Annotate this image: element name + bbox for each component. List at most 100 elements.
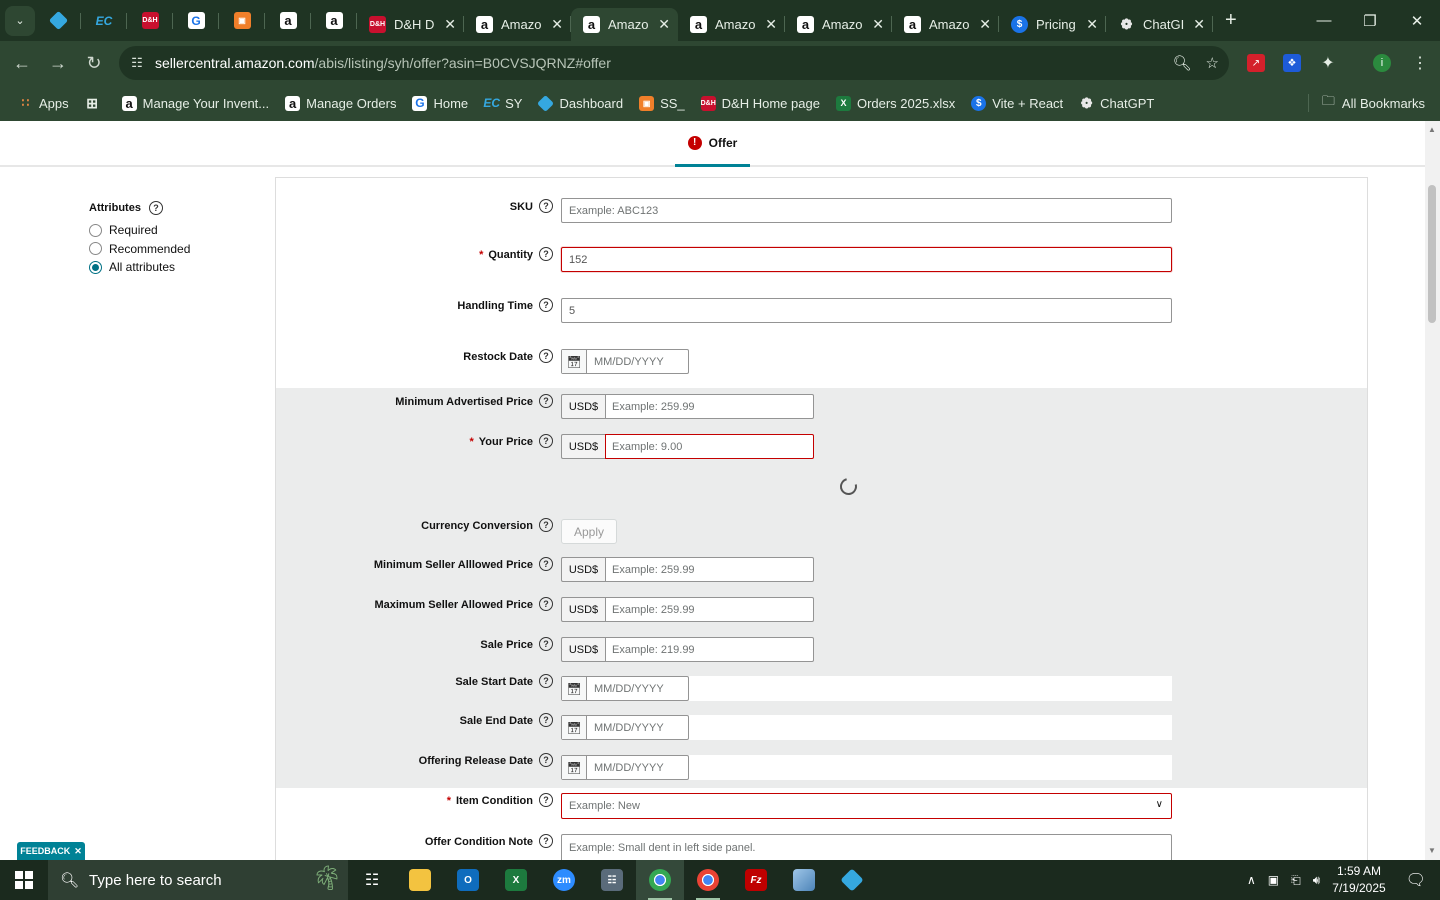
sale-start-date-input[interactable]: 📅︎ MM/DD/YYYY	[561, 676, 689, 701]
close-icon[interactable]: ✕	[979, 16, 991, 33]
address-bar[interactable]: ☷ sellercentral.amazon.com/abis/listing/…	[119, 46, 1229, 80]
pinned-tab[interactable]: D&H	[127, 0, 173, 41]
calendar-icon[interactable]: 📅︎	[562, 677, 587, 700]
close-icon[interactable]: ✕	[658, 16, 670, 33]
price-field[interactable]: Example: 259.99	[605, 597, 814, 622]
profile-button[interactable]: i	[1373, 41, 1391, 85]
bookmark-apps[interactable]: ∷ Apps	[18, 96, 69, 111]
network-icon[interactable]: ⎗	[1291, 873, 1301, 888]
close-icon[interactable]: ✕	[74, 846, 82, 857]
help-icon[interactable]: ?	[539, 637, 553, 651]
start-button[interactable]	[0, 860, 48, 900]
item-condition-select[interactable]: Example: New ∨	[561, 793, 1172, 819]
close-icon[interactable]: ✕	[551, 16, 563, 33]
back-icon[interactable]: ←	[4, 45, 40, 81]
feedback-button[interactable]: FEEDBACK ✕	[17, 842, 85, 860]
help-icon[interactable]: ?	[539, 247, 553, 261]
taskbar-chrome[interactable]	[684, 860, 732, 900]
your-price-input[interactable]: USD$ Example: 9.00	[561, 434, 814, 459]
tab-search-button[interactable]: ⌄	[5, 5, 35, 36]
browser-tab-active[interactable]: a Amazo ✕	[571, 8, 678, 41]
notifications-icon[interactable]: 🗨︎	[1406, 870, 1426, 890]
volume-icon[interactable]: 🔊︎	[1313, 873, 1321, 888]
close-icon[interactable]: ✕	[444, 16, 456, 33]
taskbar-app[interactable]	[828, 860, 876, 900]
help-icon[interactable]: ?	[539, 793, 553, 807]
release-date-input[interactable]: 📅︎ MM/DD/YYYY	[561, 755, 689, 780]
bookmark-item[interactable]: $ Vite + React	[971, 95, 1063, 111]
bookmark-item[interactable]: Dashboard	[537, 94, 623, 112]
minimize-icon[interactable]: —	[1301, 0, 1347, 41]
restock-date-input[interactable]: 📅︎ MM/DD/YYYY	[561, 349, 689, 374]
help-icon[interactable]: ?	[539, 349, 553, 363]
help-icon[interactable]: ?	[539, 834, 553, 848]
quantity-input[interactable]: 152	[561, 247, 1172, 272]
page-scrollbar[interactable]: ▲ ▼	[1425, 121, 1440, 860]
help-icon[interactable]: ?	[539, 518, 553, 532]
site-info-icon[interactable]: ☷	[119, 55, 155, 71]
sale-end-date-input[interactable]: 📅︎ MM/DD/YYYY	[561, 715, 689, 740]
help-icon[interactable]: ?	[539, 753, 553, 767]
extensions-menu[interactable]: ✦	[1319, 41, 1337, 85]
close-icon[interactable]: ✕	[1193, 16, 1205, 33]
pinned-tab[interactable]: G	[173, 0, 219, 41]
chevron-up-icon[interactable]: ∧	[1247, 873, 1256, 887]
extension-button[interactable]: ❖	[1283, 41, 1301, 85]
extension-button[interactable]: ↗	[1247, 41, 1265, 85]
task-view-button[interactable]: ☷	[348, 860, 396, 900]
reload-icon[interactable]: ↻	[76, 45, 112, 81]
browser-tab[interactable]: $ Pricing ✕	[999, 8, 1106, 41]
help-icon[interactable]: ?	[539, 394, 553, 408]
help-icon[interactable]: ?	[539, 434, 553, 448]
help-icon[interactable]: ?	[539, 713, 553, 727]
price-field[interactable]: Example: 219.99	[605, 637, 814, 662]
help-icon[interactable]: ?	[539, 298, 553, 312]
bookmark-item[interactable]: G Home	[412, 95, 468, 111]
browser-tab[interactable]: a Amazo ✕	[678, 8, 785, 41]
zoom-icon[interactable]: 🔍︎	[1173, 54, 1192, 72]
bookmark-item[interactable]: a Manage Orders	[285, 95, 396, 111]
taskbar-file-explorer[interactable]	[396, 860, 444, 900]
taskbar-chrome-active[interactable]	[636, 860, 684, 900]
all-bookmarks-button[interactable]: 🗀 All Bookmarks	[1322, 85, 1425, 121]
taskbar-zoom[interactable]: zm	[540, 860, 588, 900]
bookmark-item[interactable]: D&H D&H Home page	[701, 95, 820, 111]
condition-note-input[interactable]: Example: Small dent in left side panel.	[561, 834, 1172, 860]
tab-offer[interactable]: ! Offer	[675, 121, 750, 167]
handling-time-input[interactable]: 5	[561, 298, 1172, 323]
radio-all-attributes[interactable]: All attributes	[89, 258, 190, 277]
calendar-icon[interactable]: 📅︎	[562, 350, 587, 373]
min-advertised-price-input[interactable]: USD$ Example: 259.99	[561, 394, 814, 419]
bookmark-star-icon[interactable]: ☆	[1206, 54, 1219, 72]
new-tab-button[interactable]: +	[1225, 9, 1237, 32]
forward-icon[interactable]: →	[40, 45, 76, 81]
taskbar-app[interactable]	[780, 860, 828, 900]
restore-icon[interactable]: ❐	[1347, 0, 1393, 41]
close-icon[interactable]: ✕	[872, 16, 884, 33]
help-icon[interactable]: ?	[539, 674, 553, 688]
calendar-icon[interactable]: 📅︎	[562, 716, 587, 739]
browser-tab[interactable]: ❁ ChatGI ✕	[1106, 8, 1213, 41]
browser-tab[interactable]: a Amazo ✕	[785, 8, 892, 41]
pinned-tab[interactable]: a	[265, 0, 311, 41]
bookmark-item[interactable]: a Manage Your Invent...	[121, 95, 269, 111]
price-field[interactable]: Example: 259.99	[605, 557, 814, 582]
radio-button-selected[interactable]	[89, 260, 102, 274]
meet-now-icon[interactable]: ▣	[1268, 873, 1279, 887]
help-icon[interactable]: ?	[539, 557, 553, 571]
radio-button[interactable]	[89, 242, 102, 256]
browser-tab[interactable]: a Amazo ✕	[464, 8, 571, 41]
browser-tab[interactable]: a Amazo ✕	[892, 8, 999, 41]
pinned-tab[interactable]: ▣	[219, 0, 265, 41]
price-field[interactable]: Example: 259.99	[605, 394, 814, 419]
close-icon[interactable]: ✕	[765, 16, 777, 33]
bookmark-item[interactable]: X Orders 2025.xlsx	[835, 95, 955, 111]
radio-recommended[interactable]: Recommended	[89, 240, 190, 259]
help-icon[interactable]: ?	[539, 597, 553, 611]
sku-input[interactable]: Example: ABC123	[561, 198, 1172, 223]
pinned-tab[interactable]	[35, 0, 81, 41]
scroll-thumb[interactable]	[1428, 185, 1436, 323]
bookmark-item[interactable]: ▣ SS_	[639, 95, 685, 111]
taskbar-calculator[interactable]: ☷	[588, 860, 636, 900]
taskbar-filezilla[interactable]: Fz	[732, 860, 780, 900]
